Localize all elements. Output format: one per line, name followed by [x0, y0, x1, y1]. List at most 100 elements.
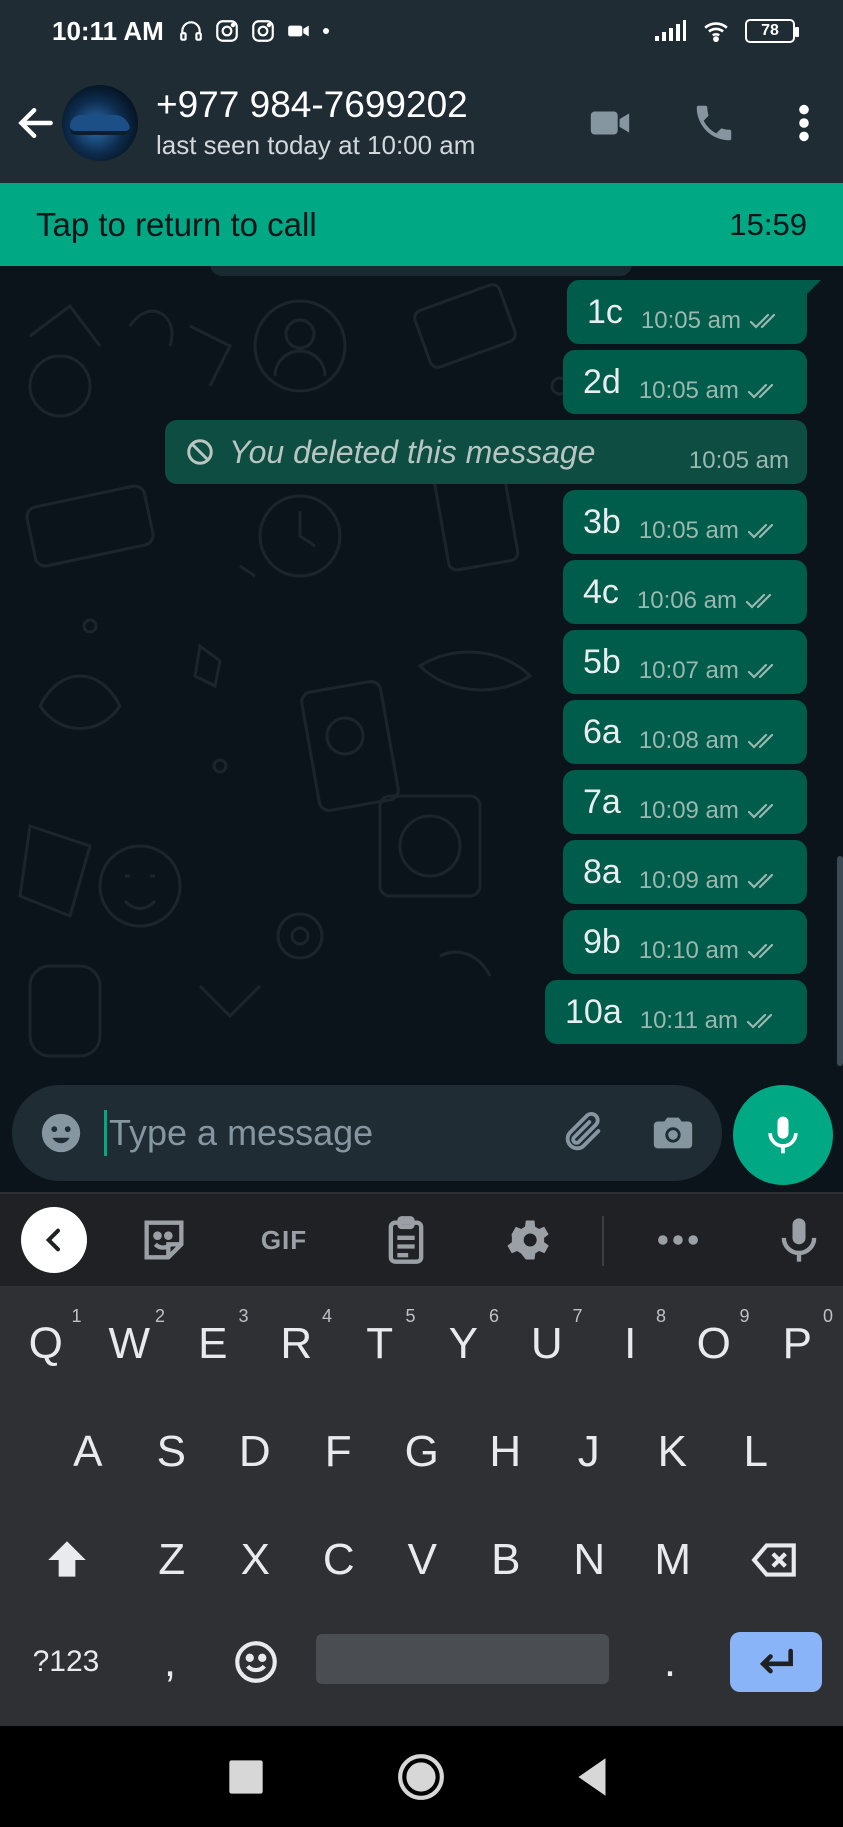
key-c[interactable]: C	[297, 1510, 381, 1610]
return-to-call-banner[interactable]: Tap to return to call 15:59	[0, 183, 843, 266]
message-input-placeholder[interactable]: Type a message	[109, 1112, 560, 1154]
keyboard-toolbar: GIF	[0, 1192, 843, 1286]
keyboard: Q1W2E3R4T5Y6U7I8O9P0 ASDFGHJKL ZX C VBNM ?…	[0, 1286, 843, 1726]
message-meta: 10:05 am	[639, 517, 781, 545]
deleted-message-text: You deleted this message	[229, 433, 596, 470]
message-text: 9b	[583, 922, 621, 961]
message-bubble[interactable]: 7a 10:09 am	[563, 770, 807, 834]
message-bubble[interactable]: 3b 10:05 am	[563, 490, 807, 554]
message-bubble[interactable]: 8a 10:09 am	[563, 840, 807, 904]
key-letter: H	[489, 1427, 522, 1476]
key-b[interactable]: B	[464, 1510, 548, 1610]
message-text: 7a	[583, 782, 621, 821]
space-bar[interactable]	[316, 1634, 609, 1684]
clipboard-icon[interactable]	[380, 1214, 432, 1266]
comma-key[interactable]: ,	[132, 1612, 208, 1712]
key-u[interactable]: U7	[505, 1294, 589, 1394]
chat-scrollbar[interactable]	[837, 856, 843, 1066]
key-v[interactable]: V	[381, 1510, 465, 1610]
key-letter: A	[73, 1427, 103, 1476]
voice-input-icon[interactable]	[773, 1214, 825, 1266]
key-p[interactable]: P0	[756, 1294, 840, 1394]
voice-call-icon[interactable]	[691, 100, 737, 146]
key-n[interactable]: N	[548, 1510, 632, 1610]
key-m[interactable]: M	[631, 1510, 715, 1610]
contact-info[interactable]: +977 984-7699202 last seen today at 10:0…	[156, 84, 587, 161]
more-horiz-icon[interactable]	[652, 1214, 704, 1266]
mic-button[interactable]	[733, 1085, 833, 1185]
message-list[interactable]: 1c 10:05 am 2d 10:05 am You deleted this mes…	[0, 266, 843, 1071]
read-ticks-icon	[747, 523, 774, 539]
key-number-hint: 6	[488, 1306, 499, 1326]
key-a[interactable]: A	[46, 1402, 130, 1502]
key-r[interactable]: R4	[255, 1294, 339, 1394]
period-key[interactable]: .	[630, 1612, 710, 1712]
battery-level: 78	[761, 22, 779, 39]
message-bubble[interactable]: 1c 10:05 am	[567, 280, 821, 344]
emoji-key-icon	[235, 1641, 277, 1683]
read-ticks-icon	[747, 733, 774, 749]
keyboard-row-3: Z X C V B NM	[0, 1510, 843, 1610]
message-bubble[interactable]: 4c 10:06 am	[563, 560, 807, 624]
attach-icon[interactable]	[560, 1110, 606, 1156]
message-text: You deleted this message	[185, 434, 595, 471]
recents-icon[interactable]	[221, 1752, 271, 1802]
emoji-icon[interactable]	[38, 1110, 84, 1156]
gif-button[interactable]: GIF	[256, 1214, 312, 1266]
key-d[interactable]: D	[213, 1402, 297, 1502]
key-z[interactable]: Z	[130, 1510, 214, 1610]
key-w[interactable]: W2	[88, 1294, 172, 1394]
key-h[interactable]: H	[464, 1402, 548, 1502]
collapse-toolbar-button[interactable]	[21, 1207, 87, 1273]
key-number-hint: 2	[154, 1306, 165, 1326]
key-k[interactable]: K	[631, 1402, 715, 1502]
composer: Type a message	[0, 1071, 843, 1192]
message-time: 10:07 am	[638, 657, 739, 684]
key-letter: O	[696, 1319, 731, 1368]
key-i[interactable]: I8	[589, 1294, 673, 1394]
backspace-key[interactable]	[730, 1510, 820, 1610]
enter-key[interactable]	[730, 1632, 822, 1692]
key-x[interactable]: X	[214, 1510, 298, 1610]
symbols-key[interactable]: ?123	[18, 1612, 114, 1712]
back-arrow-icon[interactable]	[14, 101, 58, 145]
key-o[interactable]: O9	[672, 1294, 756, 1394]
settings-icon[interactable]	[502, 1214, 554, 1266]
message-bubble[interactable]: 5b 10:07 am	[563, 630, 807, 694]
message-bubble[interactable]: 6a 10:08 am	[563, 700, 807, 764]
key-letter: X	[240, 1535, 270, 1584]
key-letter: C	[322, 1535, 355, 1584]
keyboard-row-4: ?123 , .	[0, 1612, 843, 1712]
message-time: 10:11 am	[639, 1007, 739, 1034]
deleted-icon	[187, 439, 213, 465]
message-input-box[interactable]: Type a message	[12, 1085, 722, 1181]
message-meta: 10:05 am	[641, 307, 783, 335]
sticker-icon[interactable]	[138, 1214, 190, 1266]
shift-key[interactable]	[22, 1510, 112, 1610]
key-j[interactable]: J	[547, 1402, 631, 1502]
key-y[interactable]: Y6	[422, 1294, 506, 1394]
home-icon[interactable]	[396, 1752, 446, 1802]
contact-avatar[interactable]	[62, 84, 138, 161]
key-q[interactable]: Q1	[4, 1294, 88, 1394]
key-letter: V	[407, 1535, 437, 1584]
message-text: 8a	[583, 852, 621, 891]
collapse-icon	[45, 1228, 60, 1252]
key-l[interactable]: L	[714, 1402, 798, 1502]
key-letter: T	[366, 1319, 394, 1368]
key-f[interactable]: F	[297, 1402, 381, 1502]
camera-icon[interactable]	[650, 1110, 696, 1156]
message-bubble[interactable]: 9b 10:10 am	[563, 910, 807, 974]
message-bubble[interactable]: 10a 10:11 am	[545, 980, 807, 1044]
more-vert-icon[interactable]	[787, 100, 821, 146]
signal-icon	[655, 20, 686, 41]
key-e[interactable]: E3	[171, 1294, 255, 1394]
deleted-message-bubble[interactable]: You deleted this message 10:05 am	[165, 420, 807, 484]
emoji-key[interactable]	[214, 1612, 298, 1712]
key-s[interactable]: S	[130, 1402, 214, 1502]
key-t[interactable]: T5	[338, 1294, 422, 1394]
key-g[interactable]: G	[380, 1402, 464, 1502]
back-icon[interactable]	[568, 1752, 618, 1802]
message-bubble[interactable]: 2d 10:05 am	[563, 350, 807, 414]
video-call-icon[interactable]	[587, 100, 633, 146]
